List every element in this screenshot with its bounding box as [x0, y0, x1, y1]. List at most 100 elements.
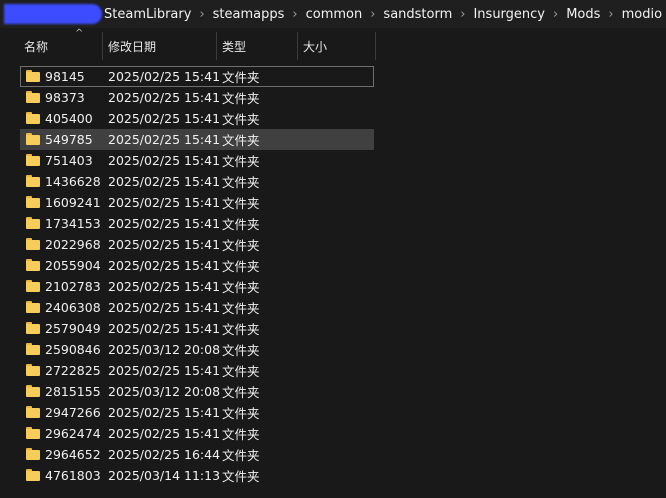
file-type: 文件夹	[222, 427, 260, 442]
file-name: 98373	[45, 90, 85, 105]
file-row[interactable]: 405400 2025/02/25 15:41 文件夹	[20, 108, 374, 129]
file-row[interactable]: 98145 2025/02/25 15:41 文件夹	[20, 66, 374, 87]
file-name: 2055904	[45, 258, 101, 273]
file-row[interactable]: 1436628 2025/02/25 15:41 文件夹	[20, 171, 374, 192]
modified-date: 2025/02/25 15:41	[108, 405, 221, 420]
modified-date: 2025/02/25 15:41	[108, 216, 221, 231]
folder-icon	[26, 154, 40, 166]
file-type: 文件夹	[222, 175, 260, 190]
modified-date: 2025/02/25 15:41	[108, 321, 221, 336]
modified-date: 2025/03/12 20:08	[108, 342, 221, 357]
file-name: 2022968	[45, 237, 101, 252]
chevron-right-icon[interactable]: ›	[286, 7, 303, 22]
file-name: 549785	[45, 132, 93, 147]
file-type: 文件夹	[222, 322, 260, 337]
folder-icon	[26, 406, 40, 418]
file-name: 2406308	[45, 300, 101, 315]
folder-icon	[26, 301, 40, 313]
breadcrumb-item[interactable]: common	[304, 7, 365, 22]
folder-icon	[26, 259, 40, 271]
column-header-name[interactable]: ^ 名称	[19, 28, 102, 60]
file-row[interactable]: 2055904 2025/02/25 15:41 文件夹	[20, 255, 374, 276]
file-type: 文件夹	[222, 112, 260, 127]
folder-icon	[26, 70, 40, 82]
file-row[interactable]: 4761803 2025/03/14 11:13 文件夹	[20, 465, 374, 486]
modified-date: 2025/02/25 15:41	[108, 237, 221, 252]
file-name: 1609241	[45, 195, 101, 210]
chevron-right-icon[interactable]: ›	[454, 7, 471, 22]
column-header-label: 大小	[303, 39, 328, 54]
file-type: 文件夹	[222, 196, 260, 211]
file-type: 文件夹	[222, 280, 260, 295]
file-type: 文件夹	[222, 133, 260, 148]
folder-icon	[26, 91, 40, 103]
file-row[interactable]: 2947266 2025/02/25 15:41 文件夹	[20, 402, 374, 423]
file-row[interactable]: 2579049 2025/02/25 15:41 文件夹	[20, 318, 374, 339]
modified-date: 2025/02/25 15:41	[108, 426, 221, 441]
file-row[interactable]: 2102783 2025/02/25 15:41 文件夹	[20, 276, 374, 297]
file-row[interactable]: 2022968 2025/02/25 15:41 文件夹	[20, 234, 374, 255]
file-row[interactable]: 2815155 2025/03/12 20:08 文件夹	[20, 381, 374, 402]
chevron-right-icon[interactable]: ›	[602, 7, 619, 22]
file-name: 2579049	[45, 321, 101, 336]
column-header-size[interactable]: 大小	[297, 32, 376, 60]
column-header-label: 类型	[222, 39, 247, 54]
file-list: 98145 2025/02/25 15:41 文件夹 98373 2025/02/25 …	[20, 66, 374, 486]
column-header-type[interactable]: 类型	[216, 32, 297, 60]
file-row[interactable]: 98373 2025/02/25 15:41 文件夹	[20, 87, 374, 108]
chevron-right-icon[interactable]: ›	[547, 7, 564, 22]
breadcrumb-item[interactable]: SteamLibrary	[102, 7, 193, 22]
folder-icon	[26, 364, 40, 376]
modified-date: 2025/02/25 15:41	[108, 69, 221, 84]
file-row[interactable]: 2962474 2025/02/25 15:41 文件夹	[20, 423, 374, 444]
file-type: 文件夹	[222, 448, 260, 463]
file-row[interactable]: 1609241 2025/02/25 15:41 文件夹	[20, 192, 374, 213]
file-row[interactable]: 751403 2025/02/25 15:41 文件夹	[20, 150, 374, 171]
file-type: 文件夹	[222, 154, 260, 169]
breadcrumb-item[interactable]: Mods	[564, 7, 602, 22]
file-name: 2964652	[45, 447, 101, 462]
modified-date: 2025/02/25 15:41	[108, 195, 221, 210]
file-type: 文件夹	[222, 364, 260, 379]
modified-date: 2025/02/25 15:41	[108, 90, 221, 105]
folder-icon	[26, 238, 40, 250]
column-header-date[interactable]: 修改日期	[102, 32, 216, 60]
file-name: 1436628	[45, 174, 101, 189]
file-row[interactable]: 2406308 2025/02/25 15:41 文件夹	[20, 297, 374, 318]
file-type: 文件夹	[222, 217, 260, 232]
chevron-right-icon[interactable]: ›	[193, 7, 210, 22]
breadcrumb-item[interactable]: modio	[620, 7, 664, 22]
file-name: 1734153	[45, 216, 101, 231]
modified-date: 2025/02/25 15:41	[108, 300, 221, 315]
modified-date: 2025/03/12 20:08	[108, 384, 221, 399]
folder-icon	[26, 469, 40, 481]
file-row[interactable]: 2722825 2025/02/25 15:41 文件夹	[20, 360, 374, 381]
file-row[interactable]: 549785 2025/02/25 15:41 文件夹	[20, 129, 374, 150]
breadcrumb-item[interactable]: sandstorm	[381, 7, 454, 22]
modified-date: 2025/02/25 15:41	[108, 174, 221, 189]
file-name: 2947266	[45, 405, 101, 420]
breadcrumb-item[interactable]: steamapps	[211, 7, 287, 22]
file-type: 文件夹	[222, 259, 260, 274]
modified-date: 2025/02/25 15:41	[108, 279, 221, 294]
file-row[interactable]: 1734153 2025/02/25 15:41 文件夹	[20, 213, 374, 234]
file-name: 2815155	[45, 384, 101, 399]
file-type: 文件夹	[222, 301, 260, 316]
chevron-right-icon[interactable]: ›	[364, 7, 381, 22]
folder-icon	[26, 343, 40, 355]
file-name: 2962474	[45, 426, 101, 441]
breadcrumb-item[interactable]: Insurgency	[471, 7, 547, 22]
file-name: 751403	[45, 153, 93, 168]
file-type: 文件夹	[222, 238, 260, 253]
file-row[interactable]: 2590846 2025/03/12 20:08 文件夹	[20, 339, 374, 360]
folder-icon	[26, 427, 40, 439]
address-bar[interactable]: SteamLibrary › steamapps › common › sand…	[0, 0, 666, 28]
file-type: 文件夹	[222, 385, 260, 400]
modified-date: 2025/02/25 16:44	[108, 447, 221, 462]
modified-date: 2025/03/14 11:13	[108, 468, 221, 483]
folder-icon	[26, 385, 40, 397]
folder-icon	[26, 112, 40, 124]
column-header-label: 修改日期	[108, 39, 157, 54]
file-row[interactable]: 2964652 2025/02/25 16:44 文件夹	[20, 444, 374, 465]
sort-up-icon: ^	[75, 28, 84, 39]
